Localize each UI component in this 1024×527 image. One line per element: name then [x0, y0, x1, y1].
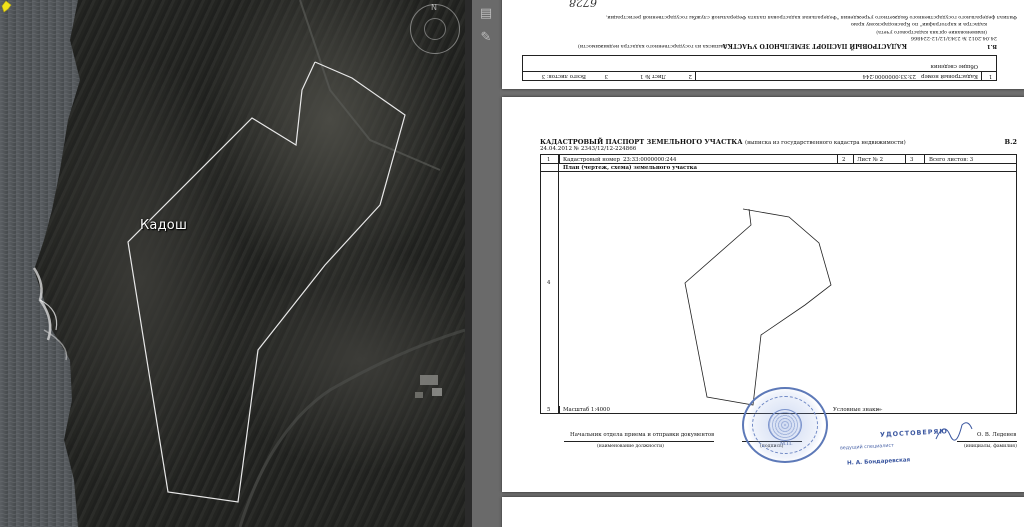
- table-vline: [853, 155, 854, 164]
- footer-row-num: 5: [547, 407, 551, 413]
- scale-value: Масштаб 1:4000: [563, 407, 610, 413]
- table-vline: [905, 155, 906, 164]
- page1-date-line: 24.04.2012 № 2343/12/12-224866: [910, 35, 997, 41]
- pushpin-icon[interactable]: [0, 0, 12, 14]
- page1-general: Общие сведения: [930, 63, 978, 69]
- page1-cad-value: 23:33:0000000:244: [862, 73, 916, 79]
- plan-caption-row: План (чертеж, схема) земельного участка: [541, 164, 1016, 172]
- table-vline: [924, 155, 925, 164]
- cadastral-number-row: 1 Кадастровый номер 23:33:0000000:244 2 …: [541, 155, 1016, 164]
- position-note: (наименование должности): [597, 444, 664, 449]
- satellite-map[interactable]: N Кадош: [0, 0, 465, 527]
- page2-date-line: 24.04.2012 № 2343/12/12-224866: [540, 146, 637, 152]
- certifier-position: ведущий специалист: [839, 443, 894, 452]
- page1-org-line2: кадастра и картографии" по Краснодарском…: [850, 21, 987, 27]
- position-underline: [564, 441, 714, 442]
- page2-title: КАДАСТРОВЫЙ ПАСПОРТ ЗЕМЕЛЬНОГО УЧАСТКА (…: [540, 138, 906, 146]
- cadastral-table: 1 Кадастровый номер 23:33:0000000:244 2 …: [540, 154, 1017, 414]
- seal-mp: М.П.: [780, 441, 793, 447]
- page2-title-text: КАДАСТРОВЫЙ ПАСПОРТ ЗЕМЕЛЬНОГО УЧАСТКА: [540, 138, 743, 146]
- page1-sheets-total: Всего листов: 3: [541, 73, 586, 79]
- document-page-3: [502, 497, 1024, 527]
- compass-inner-ring: [424, 18, 446, 40]
- page1-title-sub: (выписка из государственного кадастра не…: [577, 43, 727, 49]
- compass-icon[interactable]: N: [410, 3, 460, 54]
- document-page-1: 1 Кадастровый номер 23:33:0000000:244 2 …: [502, 0, 1024, 89]
- table-vline: [559, 155, 560, 164]
- plan-row-num: 4: [547, 280, 551, 286]
- page1-org-line3: (наименование органа кадастрового учета): [876, 29, 987, 34]
- col3-num: 3: [910, 156, 914, 163]
- legend-dash: —: [877, 407, 883, 413]
- viewer-side-toolbar: ▤ ✎: [472, 0, 500, 527]
- page1-col3-num: 3: [604, 73, 608, 79]
- pages-icon[interactable]: ▤: [478, 6, 494, 22]
- official-seal-stamp: М.П.: [742, 387, 828, 463]
- cad-number-label: Кадастровый номер: [563, 156, 620, 163]
- certifier-name: Н. А. Бондаревская: [846, 457, 911, 467]
- page1-org-line1: Филиал федерального государственного бюд…: [605, 14, 1017, 20]
- plan-caption: План (чертеж, схема) земельного участка: [563, 165, 698, 171]
- legend-label: Условные знаки:: [833, 407, 881, 413]
- document-page-2: КАДАСТРОВЫЙ ПАСПОРТ ЗЕМЕЛЬНОГО УЧАСТКА (…: [502, 97, 1024, 492]
- table-vline: [837, 155, 838, 164]
- page1-info-table: 1 Кадастровый номер 23:33:0000000:244 2 …: [522, 55, 997, 81]
- sheets-total: Всего листов: 3: [929, 156, 974, 163]
- page1-sheet: Лист № 1: [639, 73, 666, 79]
- place-label[interactable]: Кадош: [140, 218, 187, 233]
- page1-vline: [981, 71, 982, 80]
- page1-title: КАДАСТРОВЫЙ ПАСПОРТ ЗЕМЕЛЬНОГО УЧАСТКА: [722, 42, 907, 49]
- page1-code: В.1: [986, 43, 997, 49]
- cad-number-value: 23:33:0000000:244: [623, 156, 677, 163]
- page1-handwritten-number: 6728: [569, 0, 597, 9]
- col2-num: 2: [842, 156, 846, 163]
- page1-header-row: 1 Кадастровый номер 23:33:0000000:244 2 …: [523, 71, 996, 80]
- signer-position: Начальник отдела приема и отправки докум…: [570, 432, 715, 438]
- compass-north-label: N: [431, 3, 437, 12]
- rotated-page-content: 1 Кадастровый номер 23:33:0000000:244 2 …: [502, 0, 1024, 89]
- table-vline: [559, 406, 560, 414]
- pdf-viewer[interactable]: ▤ ✎ 1 Кадастровый номер 23:33:0000000:24…: [472, 0, 1024, 527]
- seal-emblem: [768, 409, 802, 441]
- page2-title-sub: (выписка из государственного кадастра не…: [744, 140, 906, 146]
- parcel-boundary: [127, 61, 406, 503]
- pen-icon[interactable]: ✎: [478, 30, 494, 46]
- page2-code: В.2: [1004, 138, 1017, 146]
- page1-cad-label: Кадастровый номер: [921, 73, 978, 79]
- page1-vline: [695, 71, 696, 80]
- page1-col2-num: 2: [688, 73, 692, 79]
- pane-divider[interactable]: [465, 0, 472, 527]
- signer-name: О. В. Леденев: [977, 432, 1017, 438]
- sheet-number: Лист № 2: [857, 156, 884, 163]
- page1-col1-num: 1: [988, 73, 992, 79]
- parcel-plan-drawing: [684, 208, 832, 406]
- handwritten-signature-icon: [935, 422, 973, 441]
